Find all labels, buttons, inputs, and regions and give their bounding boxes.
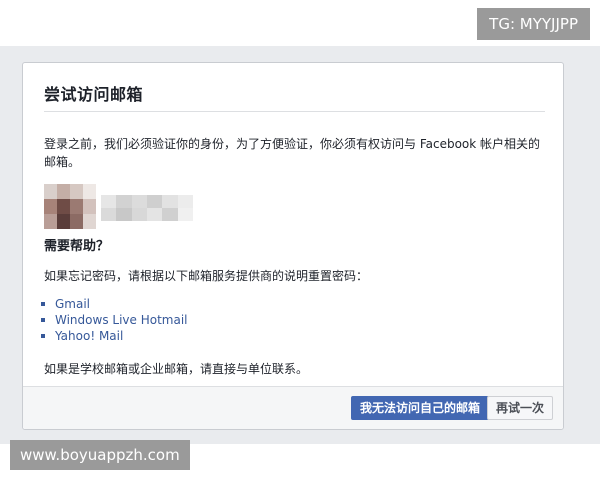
provider-list: Gmail Windows Live Hotmail Yahoo! Mail [40,296,187,344]
help-text: 如果忘记密码，请根据以下邮箱服务提供商的说明重置密码： [44,269,369,283]
hotmail-link[interactable]: Windows Live Hotmail [55,313,187,327]
gmail-link[interactable]: Gmail [55,297,90,311]
help-heading: 需要帮助？ [44,239,110,254]
verify-email-dialog: 尝试访问邮箱 登录之前，我们必须验证你的身份，为了方便验证，你必须有权访问与 F… [22,62,564,430]
avatar [44,184,96,229]
dialog-footer: 我无法访问自己的邮箱 再试一次 [23,386,563,429]
list-item: Yahoo! Mail [40,328,187,344]
list-item: Gmail [40,296,187,312]
no-email-access-button[interactable]: 我无法访问自己的邮箱 [350,396,489,420]
try-again-button[interactable]: 再试一次 [486,396,553,420]
watermark-top: TG: MYYJJPP [477,8,590,40]
watermark-bottom: www.boyuappzh.com [10,440,190,470]
bullet-icon [41,318,45,322]
yahoo-mail-link[interactable]: Yahoo! Mail [55,329,123,343]
title-divider [44,111,545,112]
contact-text: 如果是学校邮箱或企业邮箱，请直接与单位联系。 [44,362,309,376]
redacted-account-name [101,195,193,221]
list-item: Windows Live Hotmail [40,312,187,328]
dialog-title: 尝试访问邮箱 [44,85,144,104]
intro-text: 登录之前，我们必须验证你的身份，为了方便验证，你必须有权访问与 Facebook… [44,137,541,169]
bullet-icon [41,302,45,306]
bullet-icon [41,334,45,338]
